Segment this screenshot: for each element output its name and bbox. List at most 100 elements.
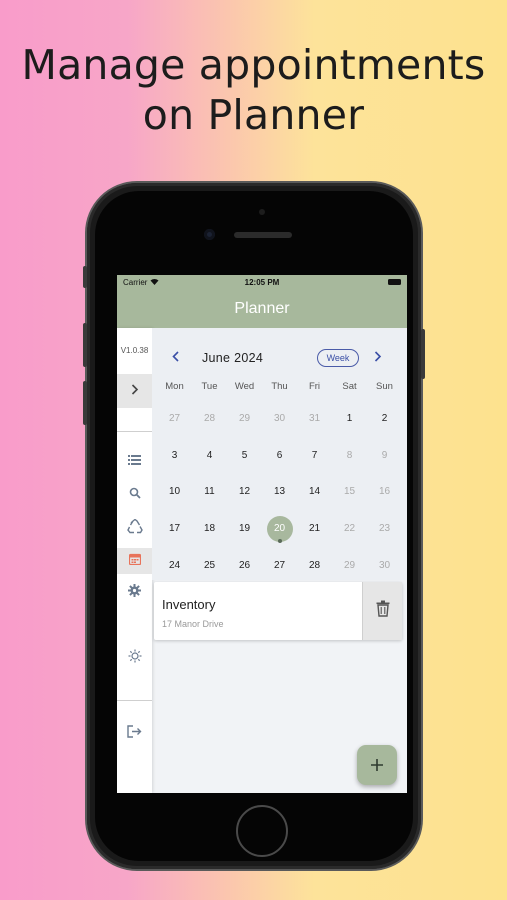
calendar-day-number: 7 <box>311 449 318 461</box>
weekday-label: Thu <box>271 381 288 392</box>
calendar-day-number: 21 <box>308 523 321 535</box>
volume-up-button <box>83 323 87 367</box>
calendar-day[interactable]: 21 <box>297 510 332 547</box>
calendar-day-selected[interactable]: 20 <box>262 510 297 547</box>
calendar-day-number: 4 <box>206 449 213 461</box>
calendar-day-number: 25 <box>203 560 216 572</box>
calendar-day[interactable]: 30 <box>262 400 297 437</box>
calendar-day[interactable]: 14 <box>297 474 332 511</box>
calendar-day[interactable]: 12 <box>227 474 262 511</box>
sun-icon <box>128 649 142 668</box>
calendar-day-number: 9 <box>381 449 388 461</box>
calendar: June 2024 Week Mon Tue Wed Thu Fri Sat Sun 27 2… <box>152 328 407 580</box>
calendar-day-number: 30 <box>378 560 391 572</box>
content-area: V1.0.38 June 2024 Week Mon Tue Wed Thu F… <box>117 328 407 793</box>
calendar-day-number: 22 <box>343 523 356 535</box>
sidebar-item-theme[interactable] <box>117 645 152 671</box>
add-appointment-button[interactable] <box>357 745 397 785</box>
sidebar: V1.0.38 <box>117 328 152 793</box>
calendar-day-number: 2 <box>381 412 388 424</box>
calendar-grid: 27 28 29 30 31 1 2 3 4 5 6 7 8 9 10 11 12 13 14 15 16 17 18 19 2… <box>157 400 402 584</box>
sidebar-item-recycle[interactable] <box>117 516 152 542</box>
calendar-day-number: 10 <box>168 486 181 498</box>
calendar-day[interactable]: 22 <box>332 510 367 547</box>
weekday-label: Fri <box>308 381 321 392</box>
calendar-day-number: 3 <box>171 449 178 461</box>
calendar-day[interactable]: 24 <box>157 547 192 584</box>
calendar-day[interactable]: 27 <box>157 400 192 437</box>
calendar-day[interactable]: 23 <box>367 510 402 547</box>
calendar-day[interactable]: 6 <box>262 437 297 474</box>
calendar-day-number: 28 <box>308 560 321 572</box>
calendar-day[interactable]: 28 <box>297 547 332 584</box>
calendar-day[interactable]: 5 <box>227 437 262 474</box>
week-view-button[interactable]: Week <box>317 349 359 367</box>
sidebar-item-settings[interactable] <box>117 580 152 606</box>
sidebar-divider-bottom <box>117 700 152 701</box>
calendar-day-number: 14 <box>308 486 321 498</box>
calendar-day[interactable]: 30 <box>367 547 402 584</box>
calendar-day[interactable]: 1 <box>332 400 367 437</box>
home-button[interactable] <box>236 805 288 857</box>
calendar-icon <box>128 552 141 570</box>
calendar-day[interactable]: 31 <box>297 400 332 437</box>
calendar-day-number: 6 <box>276 449 283 461</box>
calendar-day[interactable]: 19 <box>227 510 262 547</box>
calendar-day[interactable]: 13 <box>262 474 297 511</box>
calendar-day[interactable]: 4 <box>192 437 227 474</box>
appointment-address: 17 Manor Drive <box>162 619 224 629</box>
calendar-day[interactable]: 29 <box>332 547 367 584</box>
weekday-label: Sat <box>342 381 357 392</box>
app-screen: Carrier 12:05 PM Planner V1.0.38 June 20… <box>117 275 407 793</box>
sidebar-divider <box>117 431 152 432</box>
month-label: June 2024 <box>202 351 264 365</box>
sidebar-item-calendar[interactable] <box>117 548 152 574</box>
calendar-day-number: 1 <box>346 412 353 424</box>
calendar-day[interactable]: 7 <box>297 437 332 474</box>
sidebar-item-logout[interactable] <box>117 721 152 747</box>
next-month-button[interactable] <box>374 350 382 365</box>
weekday-label: Wed <box>234 381 255 392</box>
appointment-title: Inventory <box>162 597 216 612</box>
appointment-card[interactable]: Inventory 17 Manor Drive <box>154 582 402 640</box>
calendar-day-number: 23 <box>378 523 391 535</box>
calendar-day[interactable]: 17 <box>157 510 192 547</box>
status-bar: Carrier 12:05 PM <box>117 275 407 290</box>
weekday-label: Sun <box>376 381 393 392</box>
calendar-day[interactable]: 29 <box>227 400 262 437</box>
calendar-day-number: 31 <box>308 412 321 424</box>
sensor <box>259 209 265 215</box>
sidebar-item-search[interactable] <box>117 482 152 508</box>
calendar-day[interactable]: 2 <box>367 400 402 437</box>
calendar-day-number: 18 <box>203 523 216 535</box>
calendar-week-row: 27 28 29 30 31 1 2 <box>157 400 402 437</box>
nav-title: Planner <box>234 300 290 317</box>
sidebar-expand-button[interactable] <box>117 374 152 408</box>
calendar-day[interactable]: 11 <box>192 474 227 511</box>
calendar-day[interactable]: 9 <box>367 437 402 474</box>
calendar-day[interactable]: 8 <box>332 437 367 474</box>
calendar-day-number: 26 <box>238 560 251 572</box>
calendar-day-number: 24 <box>168 560 181 572</box>
calendar-day[interactable]: 28 <box>192 400 227 437</box>
prev-month-button[interactable] <box>172 350 180 365</box>
calendar-week-row: 10 11 12 13 14 15 16 <box>157 474 402 511</box>
calendar-day[interactable]: 3 <box>157 437 192 474</box>
front-camera <box>204 229 215 240</box>
calendar-day[interactable]: 18 <box>192 510 227 547</box>
gear-icon <box>128 584 141 602</box>
calendar-day[interactable]: 27 <box>262 547 297 584</box>
calendar-day[interactable]: 15 <box>332 474 367 511</box>
calendar-day[interactable]: 25 <box>192 547 227 584</box>
delete-appointment-button[interactable] <box>362 582 402 640</box>
plus-icon <box>370 752 384 778</box>
earpiece-speaker <box>234 232 292 238</box>
calendar-day[interactable]: 26 <box>227 547 262 584</box>
calendar-day-number: 13 <box>273 486 286 498</box>
calendar-day[interactable]: 16 <box>367 474 402 511</box>
calendar-day[interactable]: 10 <box>157 474 192 511</box>
calendar-day-number: 8 <box>346 449 353 461</box>
calendar-week-row: 3 4 5 6 7 8 9 <box>157 437 402 474</box>
sidebar-item-list[interactable] <box>117 448 152 474</box>
calendar-day-number: 27 <box>273 560 286 572</box>
